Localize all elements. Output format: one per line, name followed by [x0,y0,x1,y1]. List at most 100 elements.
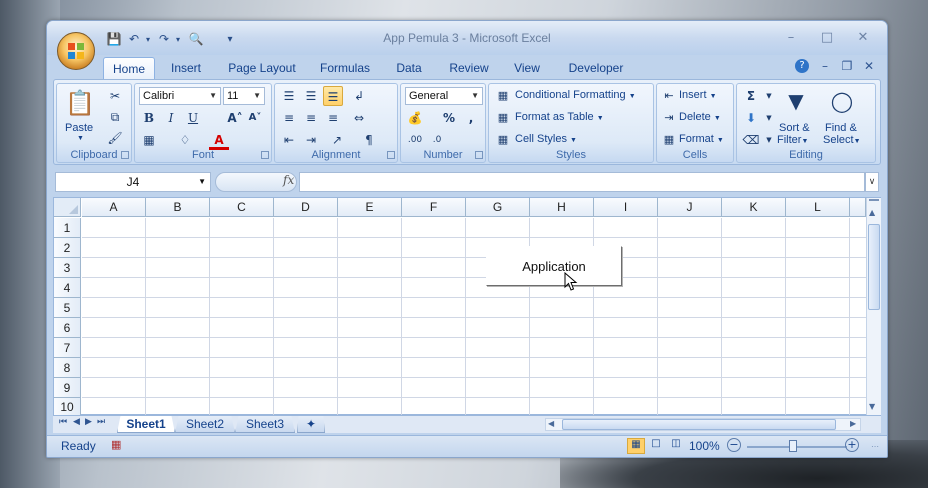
paste-icon[interactable]: 📋 [65,88,95,118]
text-direction-icon[interactable]: ¶ [359,130,379,150]
scroll-up-icon[interactable]: ▲ [869,208,875,217]
row-header-3[interactable]: 3 [54,258,81,278]
row-header-4[interactable]: 4 [54,278,81,298]
tab-developer[interactable]: Developer [557,57,635,79]
number-launcher-icon[interactable] [475,151,483,159]
horizontal-scrollbar[interactable]: ◀ ▶ [545,418,861,431]
insert-function-icon[interactable]: fx [283,173,294,187]
clear-dropdown-icon[interactable]: ▼ [759,130,779,150]
workbook-restore-icon[interactable]: ❐ [839,59,855,73]
column-header-g[interactable]: G [466,198,530,217]
column-header-k[interactable]: K [722,198,786,217]
column-header-l[interactable]: L [786,198,850,217]
column-header-b[interactable]: B [146,198,210,217]
minimize-window-icon[interactable]: – [779,29,803,47]
workbook-close-icon[interactable]: ✕ [861,59,877,73]
vertical-scrollbar[interactable]: ▲ ▼ [866,198,881,416]
column-header-c[interactable]: C [210,198,274,217]
alignment-launcher-icon[interactable] [387,151,395,159]
tab-home[interactable]: Home [103,57,155,79]
last-sheet-icon[interactable]: ⏭ [97,417,105,427]
decrease-decimal-icon[interactable]: .0 [427,130,447,150]
comma-style-icon[interactable]: , [461,108,481,128]
borders-icon[interactable]: ▦ [139,130,159,150]
row-header-8[interactable]: 8 [54,358,81,378]
font-color-icon[interactable]: A [209,130,229,150]
zoom-out-icon[interactable]: − [727,438,741,452]
close-window-icon[interactable]: ✕ [851,29,875,47]
wrap-text-icon[interactable]: ↲ [349,86,369,106]
align-left-icon[interactable]: ≡ [279,108,299,128]
zoom-level[interactable]: 100% [689,439,720,453]
accounting-format-icon[interactable]: 💰 [405,108,425,128]
resize-grip-icon[interactable]: ⋯ [871,442,879,451]
sheet-tab-sheet1[interactable]: Sheet1 [117,416,175,433]
tab-review[interactable]: Review [441,57,497,79]
sheet-tab-sheet3[interactable]: Sheet3 [235,416,295,433]
conditional-formatting-button[interactable]: Conditional Formatting ▼ [515,89,636,101]
row-header-6[interactable]: 6 [54,318,81,338]
normal-view-icon[interactable]: ▦ [627,438,645,454]
percent-style-icon[interactable]: % [439,108,459,128]
split-box-icon[interactable] [869,199,879,203]
cell-styles-button[interactable]: Cell Styles ▼ [515,133,577,145]
paste-dropdown-icon[interactable]: ▼ [77,135,84,142]
find-select-label-1[interactable]: Find & [825,122,857,134]
sort-filter-icon[interactable]: ▼ [781,86,811,116]
formula-input[interactable] [299,172,865,192]
workbook-minimize-icon[interactable]: – [817,59,833,73]
page-layout-view-icon[interactable]: □ [647,438,665,454]
insert-cells-button[interactable]: Insert ▼ [679,89,717,101]
autosum-icon[interactable]: Σ [741,86,761,106]
find-select-button[interactable]: Select▼ [823,134,861,146]
clipboard-launcher-icon[interactable] [121,151,129,159]
macro-record-icon[interactable]: ▦ [111,438,127,454]
help-icon[interactable]: ? [795,59,809,73]
increase-indent-icon[interactable]: ⇥ [301,130,321,150]
scroll-left-icon[interactable]: ◀ [548,419,554,428]
fill-dropdown-icon[interactable]: ▼ [759,108,779,128]
column-header-e[interactable]: E [338,198,402,217]
copy-icon[interactable]: ⧉ [105,107,125,127]
save-icon[interactable]: 💾 [105,31,123,48]
customize-qat-icon[interactable]: ▾ [221,31,239,48]
page-break-view-icon[interactable]: ◫ [667,438,685,454]
font-launcher-icon[interactable] [261,151,269,159]
sheet-tab-sheet2[interactable]: Sheet2 [175,416,235,433]
row-header-7[interactable]: 7 [54,338,81,358]
tab-insert[interactable]: Insert [161,57,211,79]
binoculars-icon[interactable]: ◯ [827,86,857,116]
scroll-down-icon[interactable]: ▼ [869,402,875,411]
row-header-9[interactable]: 9 [54,378,81,398]
align-center-icon[interactable]: ≡ [301,108,321,128]
application-button[interactable]: Application [486,246,622,286]
align-right-icon[interactable]: ≡ [323,108,343,128]
vertical-scroll-thumb[interactable] [868,224,880,310]
clear-icon[interactable]: ⌫ [741,130,761,150]
orientation-icon[interactable]: ↗ [327,130,347,150]
grow-font-icon[interactable]: A˄ [225,108,245,128]
column-header-f[interactable]: F [402,198,466,217]
sort-filter-label-1[interactable]: Sort & [779,122,810,134]
tab-data[interactable]: Data [387,57,431,79]
align-bottom-icon[interactable]: ☰ [323,86,343,106]
format-painter-icon[interactable]: 🖌 [105,128,125,148]
align-middle-icon[interactable]: ☰ [301,86,321,106]
select-all-button[interactable] [54,198,81,217]
sort-filter-button[interactable]: Filter▼ [777,134,808,146]
decrease-indent-icon[interactable]: ⇤ [279,130,299,150]
zoom-slider-thumb[interactable] [789,440,797,452]
zoom-slider-track[interactable] [747,446,847,448]
column-header-d[interactable]: D [274,198,338,217]
redo-dropdown-icon[interactable]: ▾ [169,31,187,48]
format-as-table-button[interactable]: Format as Table ▼ [515,111,604,123]
bold-icon[interactable]: B [139,108,159,128]
horizontal-scroll-thumb[interactable] [562,419,836,430]
column-header-h[interactable]: H [530,198,594,217]
prev-sheet-icon[interactable]: ◀ [73,417,80,427]
column-header-partial[interactable] [850,198,866,217]
name-box[interactable]: J4 ▼ [55,172,211,192]
font-size-select[interactable]: 11 ▼ [223,87,265,105]
scroll-right-icon[interactable]: ▶ [850,419,856,428]
column-header-j[interactable]: J [658,198,722,217]
